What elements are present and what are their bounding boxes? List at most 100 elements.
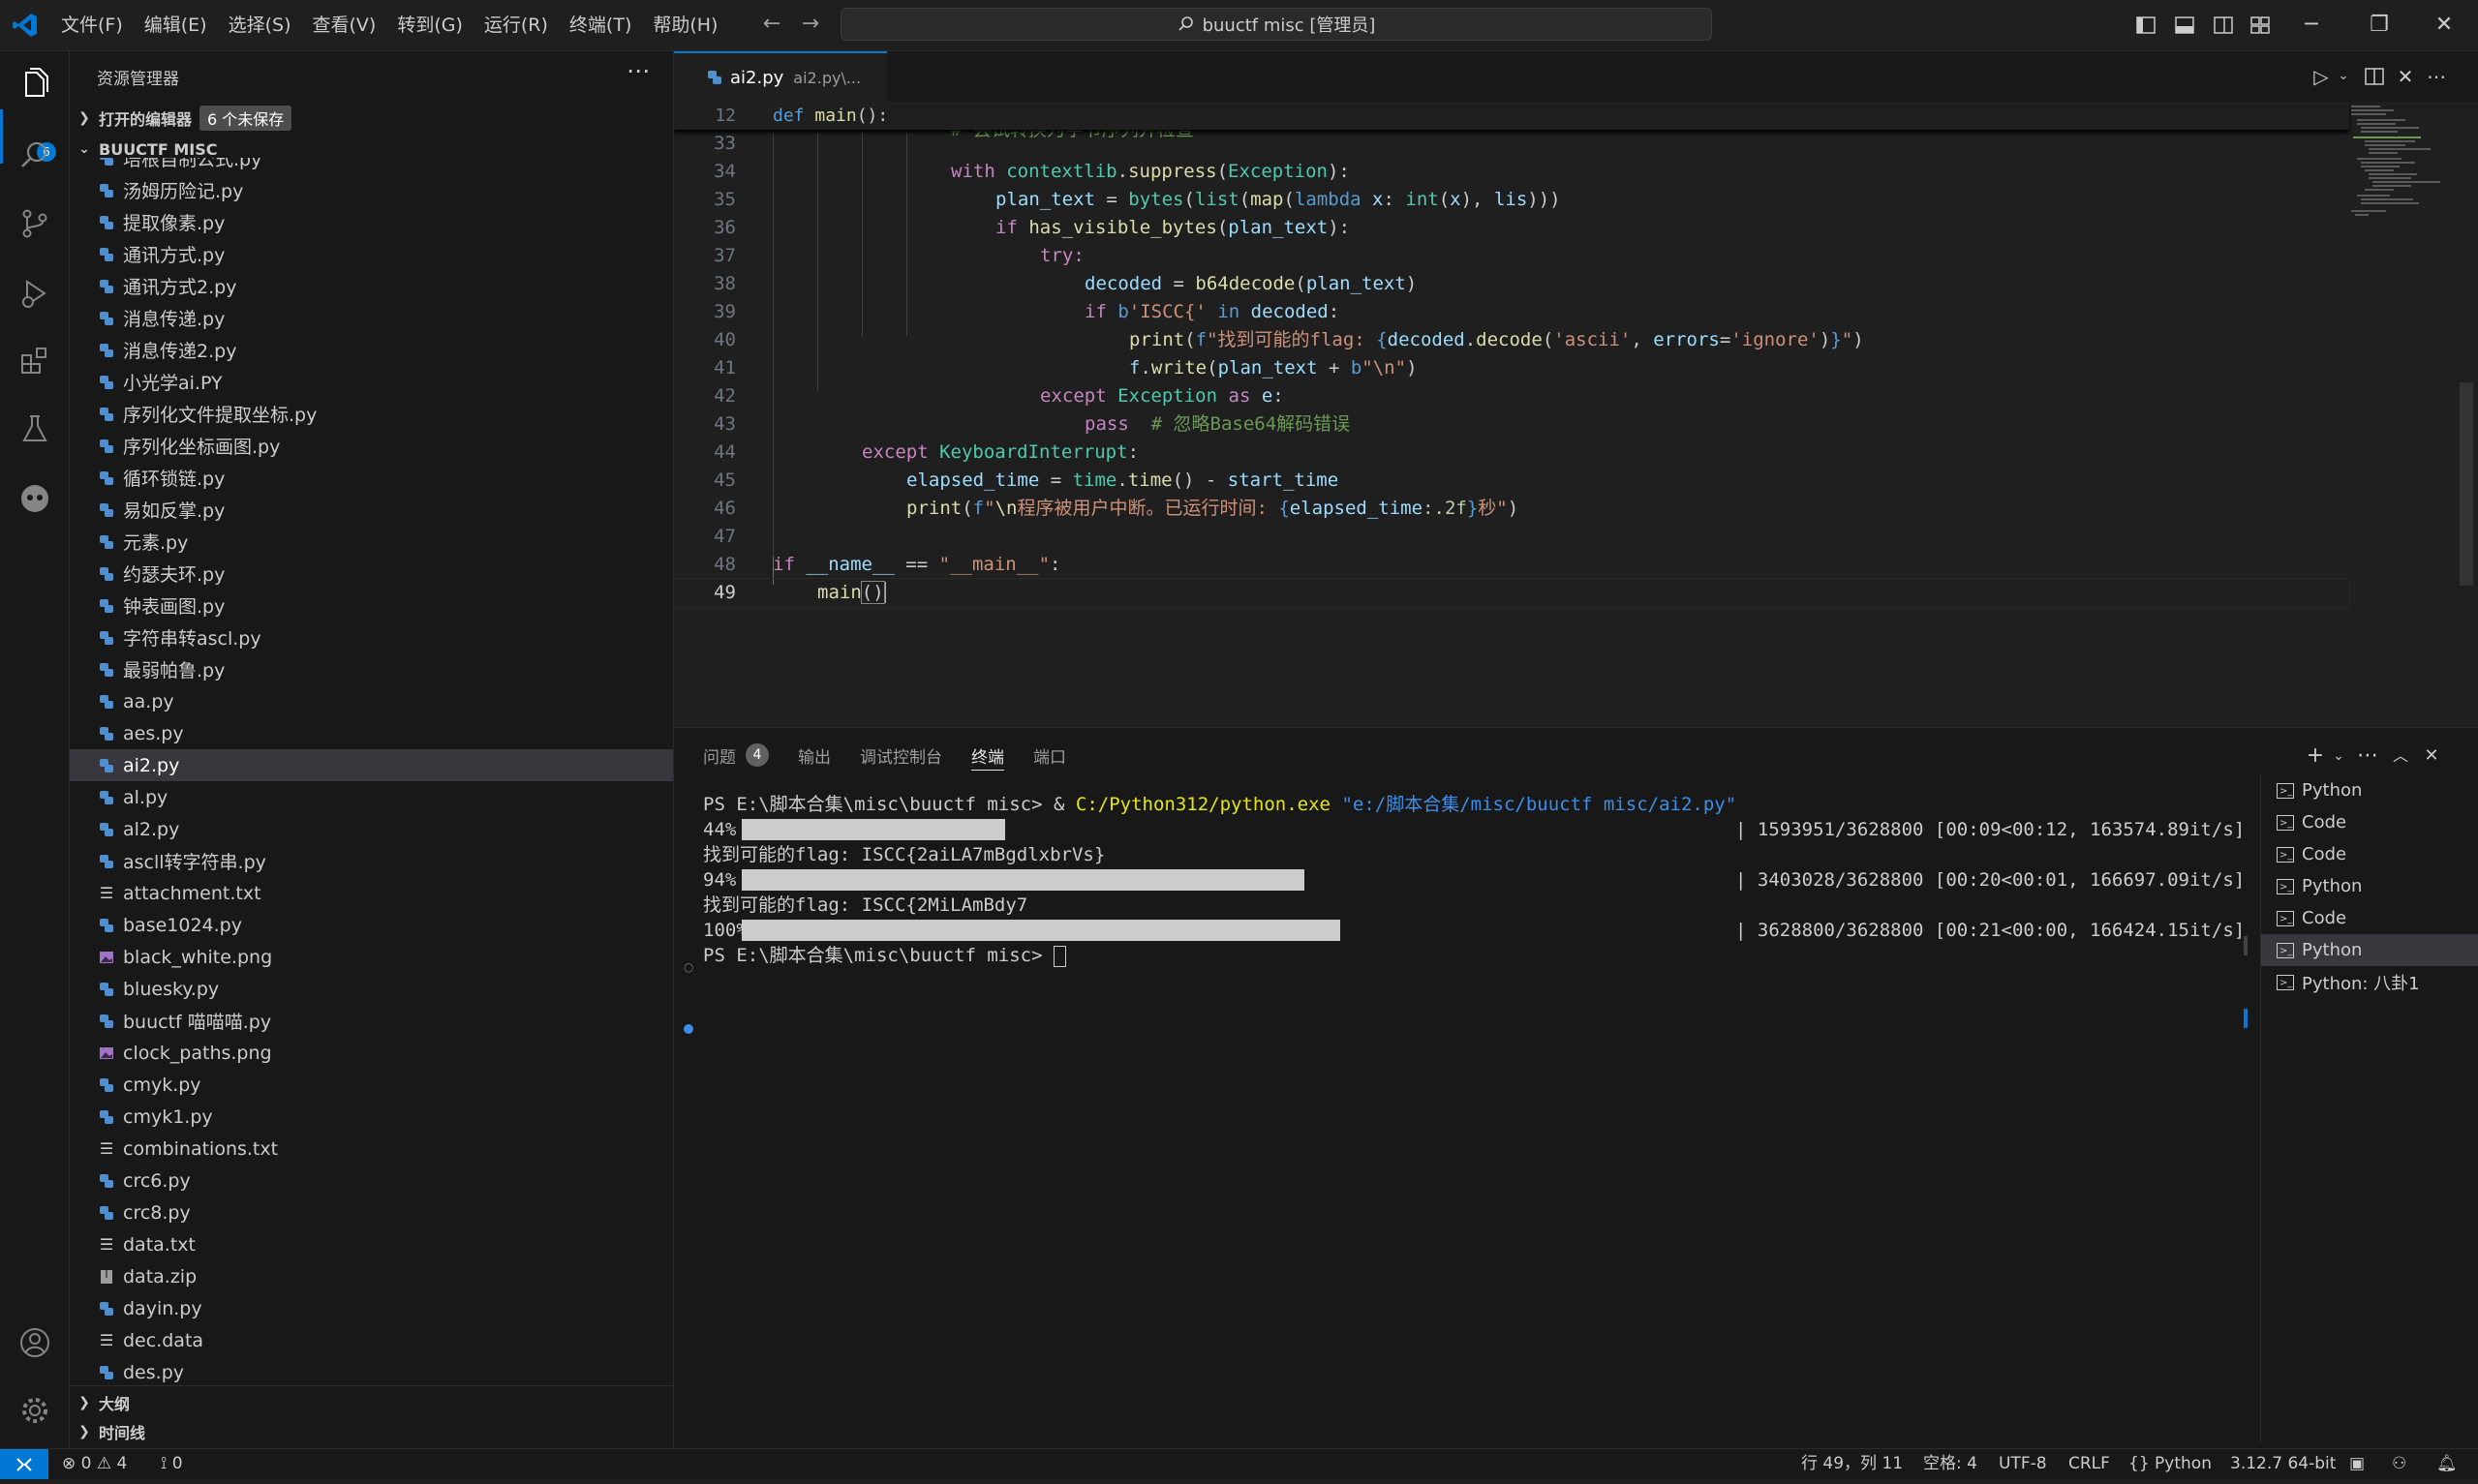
file-item[interactable]: 钟表画图.py: [70, 590, 673, 621]
file-item[interactable]: base1024.py: [70, 909, 673, 941]
file-item[interactable]: black_white.png: [70, 941, 673, 973]
tab-terminal[interactable]: 终端: [971, 728, 1004, 782]
toggle-primary-sidebar-icon[interactable]: [2134, 14, 2157, 37]
menu-file[interactable]: 文件(F): [50, 0, 134, 50]
notifications-bell-icon[interactable]: 🔔︎: [2436, 1449, 2458, 1479]
command-center-search[interactable]: buuctf misc [管理员]: [841, 8, 1712, 41]
file-item[interactable]: 序列化文件提取坐标.py: [70, 398, 673, 430]
language-mode[interactable]: {} Python: [2128, 1449, 2212, 1479]
remote-indicator[interactable]: [0, 1449, 48, 1479]
forward-arrow-icon[interactable]: →: [796, 10, 825, 39]
file-item[interactable]: ☰ combinations.txt: [70, 1133, 673, 1165]
file-item[interactable]: 循环锁链.py: [70, 462, 673, 494]
toggle-panel-icon[interactable]: [2173, 14, 2196, 37]
editor-scrollbar[interactable]: [2460, 382, 2473, 586]
file-item[interactable]: ascll转字符串.py: [70, 845, 673, 877]
terminal-instance[interactable]: >_ Python: [2261, 870, 2478, 902]
file-item[interactable]: clock_paths.png: [70, 1037, 673, 1069]
terminal-instance[interactable]: >_ Code: [2261, 902, 2478, 934]
minimap[interactable]: [2349, 102, 2465, 726]
terminal-instance[interactable]: >_ Python: 八卦1: [2261, 966, 2478, 998]
close-window-icon[interactable]: ✕: [2410, 0, 2478, 50]
terminal-scrollbar[interactable]: [2244, 936, 2248, 955]
indentation-status[interactable]: 空格: 4: [1923, 1449, 1977, 1479]
panel-more-icon[interactable]: ⋯: [2353, 742, 2382, 771]
explorer-icon[interactable]: [17, 67, 52, 102]
file-item[interactable]: 消息传递.py: [70, 302, 673, 334]
ports-status[interactable]: ⟟ 0: [161, 1449, 183, 1479]
file-item[interactable]: al2.py: [70, 813, 673, 845]
file-item[interactable]: ai2.py: [70, 749, 673, 781]
toggle-secondary-sidebar-icon[interactable]: [2212, 14, 2235, 37]
file-item[interactable]: bluesky.py: [70, 973, 673, 1005]
file-item[interactable]: 培根自制公式.py: [70, 158, 673, 174]
file-item[interactable]: 约瑟夫环.py: [70, 558, 673, 590]
more-actions-icon[interactable]: ⋯: [627, 57, 650, 84]
menu-selection[interactable]: 选择(S): [218, 0, 302, 50]
minimize-icon[interactable]: ─: [2278, 0, 2345, 50]
file-item[interactable]: buuctf 喵喵喵.py: [70, 1005, 673, 1037]
tab-output[interactable]: 输出: [798, 728, 831, 782]
file-item[interactable]: cmyk1.py: [70, 1101, 673, 1133]
terminal-instance[interactable]: >_ Code: [2261, 838, 2478, 870]
copilot-icon[interactable]: [17, 481, 52, 516]
menu-run[interactable]: 运行(R): [474, 0, 559, 50]
source-control-icon[interactable]: [17, 206, 52, 241]
cursor-position[interactable]: 行 49，列 11: [1801, 1449, 1903, 1479]
file-item[interactable]: 通讯方式2.py: [70, 270, 673, 302]
file-item[interactable]: 字符串转ascl.py: [70, 621, 673, 653]
settings-gear-icon[interactable]: [17, 1393, 52, 1428]
close-editor-icon[interactable]: ✕: [2394, 65, 2417, 88]
file-item[interactable]: ☰ dec.data: [70, 1324, 673, 1356]
file-item[interactable]: cmyk.py: [70, 1069, 673, 1101]
file-item[interactable]: 提取像素.py: [70, 206, 673, 238]
outline-section[interactable]: ❯ 大纲: [70, 1387, 673, 1418]
problems-status[interactable]: ⊗ 0 ⚠ 4: [62, 1449, 127, 1479]
tab-ports[interactable]: 端口: [1033, 728, 1066, 782]
run-file-icon[interactable]: ▷: [2310, 65, 2333, 88]
eol-status[interactable]: CRLF: [2068, 1449, 2110, 1479]
tab-problems[interactable]: 问题 4: [703, 728, 769, 782]
testing-icon[interactable]: [17, 411, 52, 446]
file-item[interactable]: 序列化坐标画图.py: [70, 430, 673, 462]
file-item[interactable]: crc8.py: [70, 1196, 673, 1228]
tab-ai2-py[interactable]: ai2.py ai2.py\...: [674, 51, 887, 102]
file-item[interactable]: 易如反掌.py: [70, 494, 673, 526]
copilot-status-icon[interactable]: ⚇: [2392, 1449, 2406, 1479]
file-item[interactable]: aa.py: [70, 685, 673, 717]
maximize-panel-icon[interactable]: ︿: [2386, 742, 2415, 771]
file-item[interactable]: 小光学ai.PY: [70, 366, 673, 398]
file-item[interactable]: aes.py: [70, 717, 673, 749]
menu-terminal[interactable]: 终端(T): [559, 0, 642, 50]
file-item[interactable]: al.py: [70, 781, 673, 813]
search-icon[interactable]: [17, 138, 52, 173]
file-item[interactable]: crc6.py: [70, 1165, 673, 1196]
customize-layout-icon[interactable]: [2249, 14, 2272, 37]
python-interpreter[interactable]: 3.12.7 64-bit: [2230, 1449, 2336, 1479]
timeline-section[interactable]: ❯ 时间线: [70, 1416, 673, 1447]
close-panel-icon[interactable]: ✕: [2417, 742, 2446, 771]
encoding-status[interactable]: UTF-8: [1999, 1449, 2047, 1479]
chevron-down-icon[interactable]: ⌄: [2324, 742, 2353, 771]
file-item[interactable]: 元素.py: [70, 526, 673, 558]
run-debug-icon[interactable]: [17, 276, 52, 311]
sticky-scroll-header[interactable]: 12 def main():: [674, 102, 2349, 130]
terminal-output[interactable]: PS E:\脚本合集\misc\buuctf misc> & C:/Python…: [703, 792, 2478, 1373]
code-editor[interactable]: 33 # 尝试转换为字节序列并检查 34 with contextlib.suppr…: [674, 102, 2478, 726]
chevron-down-icon[interactable]: ⌄: [2332, 65, 2355, 88]
extensions-icon[interactable]: [17, 344, 52, 379]
file-item[interactable]: dayin.py: [70, 1292, 673, 1324]
editor-more-icon[interactable]: ⋯: [2425, 65, 2448, 88]
menu-go[interactable]: 转到(G): [386, 0, 474, 50]
terminal-instance[interactable]: >_ Code: [2261, 806, 2478, 838]
terminal-instance[interactable]: >_ Python: [2261, 774, 2478, 806]
back-arrow-icon[interactable]: ←: [757, 10, 786, 39]
split-editor-icon[interactable]: [2363, 65, 2386, 88]
file-item[interactable]: 消息传递2.py: [70, 334, 673, 366]
menu-help[interactable]: 帮助(H): [642, 0, 728, 50]
feedback-icon[interactable]: ▣: [2349, 1449, 2365, 1479]
menu-view[interactable]: 查看(V): [302, 0, 387, 50]
file-item[interactable]: 最弱帕鲁.py: [70, 653, 673, 685]
terminal-instance[interactable]: >_ Python: [2261, 934, 2478, 966]
account-icon[interactable]: [17, 1325, 52, 1360]
